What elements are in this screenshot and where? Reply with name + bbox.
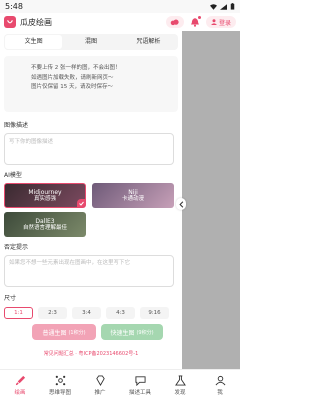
size-option-1-1[interactable]: 1:1 — [4, 307, 33, 319]
footer-links[interactable]: 常见问题汇总 · 粤ICP备2023146602号-1 — [0, 350, 182, 357]
fast-generate-label: 快速生图 — [110, 329, 135, 337]
tab-blend[interactable]: 混图 — [62, 35, 119, 49]
app-title: 瓜皮绘画 — [20, 17, 52, 27]
notice-box: 不要上传 2 张一样的图，不会出图！ 如遇图片加载失败，请刷新网页～ 图片仅保留… — [4, 56, 178, 112]
model-name: Midjourney — [28, 188, 62, 196]
app-bar: 瓜皮绘画 登录 — [0, 13, 240, 31]
main-content: 文生图 混图 咒语解析 不要上传 2 张一样的图，不会出图！ 如遇图片加载失败，… — [4, 34, 178, 319]
description-label: 图像描述 — [4, 122, 29, 129]
model-grid: Midjourney 真实感强 Niji 卡通动漫 DallE3 自然语言理解最… — [4, 183, 178, 237]
model-card-midjourney[interactable]: Midjourney 真实感强 — [4, 183, 86, 208]
size-option-4-3[interactable]: 4:3 — [106, 307, 135, 319]
nav-item-mind-map[interactable]: 思维导图 — [40, 370, 80, 400]
nav-label: 绘画 — [14, 389, 26, 396]
normal-generate-label: 普通生图 — [42, 329, 67, 337]
flask-icon — [174, 374, 186, 386]
person-icon — [215, 375, 225, 385]
model-subtitle: 自然语言理解最佳 — [22, 224, 67, 231]
app-logo — [4, 16, 16, 28]
negative-label: 否定提示 — [4, 244, 29, 251]
model-name: Niji — [128, 188, 138, 196]
fast-generate-button[interactable]: 快速生图 (9积分) — [101, 324, 163, 340]
nav-item-discover[interactable]: 发现 — [160, 370, 200, 400]
model-name: DallE3 — [35, 217, 55, 225]
size-option-3-4[interactable]: 3:4 — [72, 307, 101, 319]
status-time: 5:48 — [5, 2, 23, 11]
negative-prompt-input[interactable]: 如果您不想一些元素出现在图画中，在这里写下它 — [4, 255, 174, 287]
nav-label: 推广 — [94, 389, 106, 396]
model-subtitle: 卡通动漫 — [121, 195, 144, 202]
bell-icon — [190, 17, 199, 27]
bottom-nav: 绘画 思维导图 推广 描述工具 发现 我 — [0, 369, 240, 400]
theme-toggle-button[interactable] — [165, 16, 184, 28]
login-label: 登录 — [218, 19, 231, 27]
notice-line: 图片仅保留 15 天，请及时保存～ — [31, 84, 113, 90]
normal-generate-cost: (1积分) — [68, 329, 86, 336]
notice-line: 如遇图片加载失败，请刷新网页～ — [31, 74, 114, 81]
status-icons — [210, 3, 235, 10]
notification-dot — [197, 16, 201, 19]
notification-button[interactable] — [188, 15, 202, 29]
person-icon — [210, 19, 217, 25]
mind-map-icon — [55, 375, 65, 385]
fast-generate-cost: (9积分) — [136, 329, 154, 336]
wifi-icon — [210, 3, 217, 10]
nav-label: 我 — [217, 389, 223, 396]
chat-icon — [134, 375, 146, 386]
normal-generate-button[interactable]: 普通生图 (1积分) — [32, 324, 96, 340]
nav-item-promote[interactable]: 推广 — [80, 370, 120, 400]
checkmark-icon — [77, 199, 85, 207]
nav-label: 发现 — [174, 389, 186, 396]
nav-label: 描述工具 — [128, 389, 151, 396]
signal-icon — [220, 3, 227, 10]
size-options: 1:1 2:3 3:4 4:3 9:16 — [4, 307, 178, 319]
collapse-drawer-button[interactable] — [176, 198, 186, 210]
mode-tabs: 文生图 混图 咒语解析 — [4, 34, 178, 50]
nav-item-me[interactable]: 我 — [200, 370, 240, 400]
model-subtitle: 真实感强 — [33, 195, 56, 202]
generate-buttons: 普通生图 (1积分) 快速生图 (9积分) — [32, 324, 163, 340]
nav-label: 思维导图 — [48, 389, 71, 396]
tab-text-to-image[interactable]: 文生图 — [5, 35, 63, 49]
tab-prompt-analysis[interactable]: 咒语解析 — [120, 35, 177, 49]
model-card-niji[interactable]: Niji 卡通动漫 — [92, 183, 174, 208]
diamond-icon — [95, 374, 105, 386]
nav-item-describe-tool[interactable]: 描述工具 — [120, 370, 160, 400]
description-input[interactable]: 写下你的图像描述 — [4, 133, 174, 165]
login-button[interactable]: 登录 — [205, 16, 236, 28]
nav-item-paint[interactable]: 绘画 — [0, 370, 40, 400]
cloud-icon — [171, 19, 180, 25]
size-option-9-16[interactable]: 9:16 — [140, 307, 169, 319]
paint-brush-icon — [15, 375, 25, 385]
size-option-2-3[interactable]: 2:3 — [38, 307, 67, 319]
model-card-dalle3[interactable]: DallE3 自然语言理解最佳 — [4, 212, 86, 237]
size-label: 尺寸 — [4, 295, 17, 302]
chevron-left-icon — [178, 200, 183, 208]
drawer-overlay[interactable] — [182, 31, 240, 369]
model-label: AI模型 — [4, 172, 22, 179]
battery-icon — [230, 3, 235, 10]
status-bar: 5:48 — [0, 0, 240, 13]
notice-line: 不要上传 2 张一样的图，不会出图！ — [31, 65, 121, 71]
